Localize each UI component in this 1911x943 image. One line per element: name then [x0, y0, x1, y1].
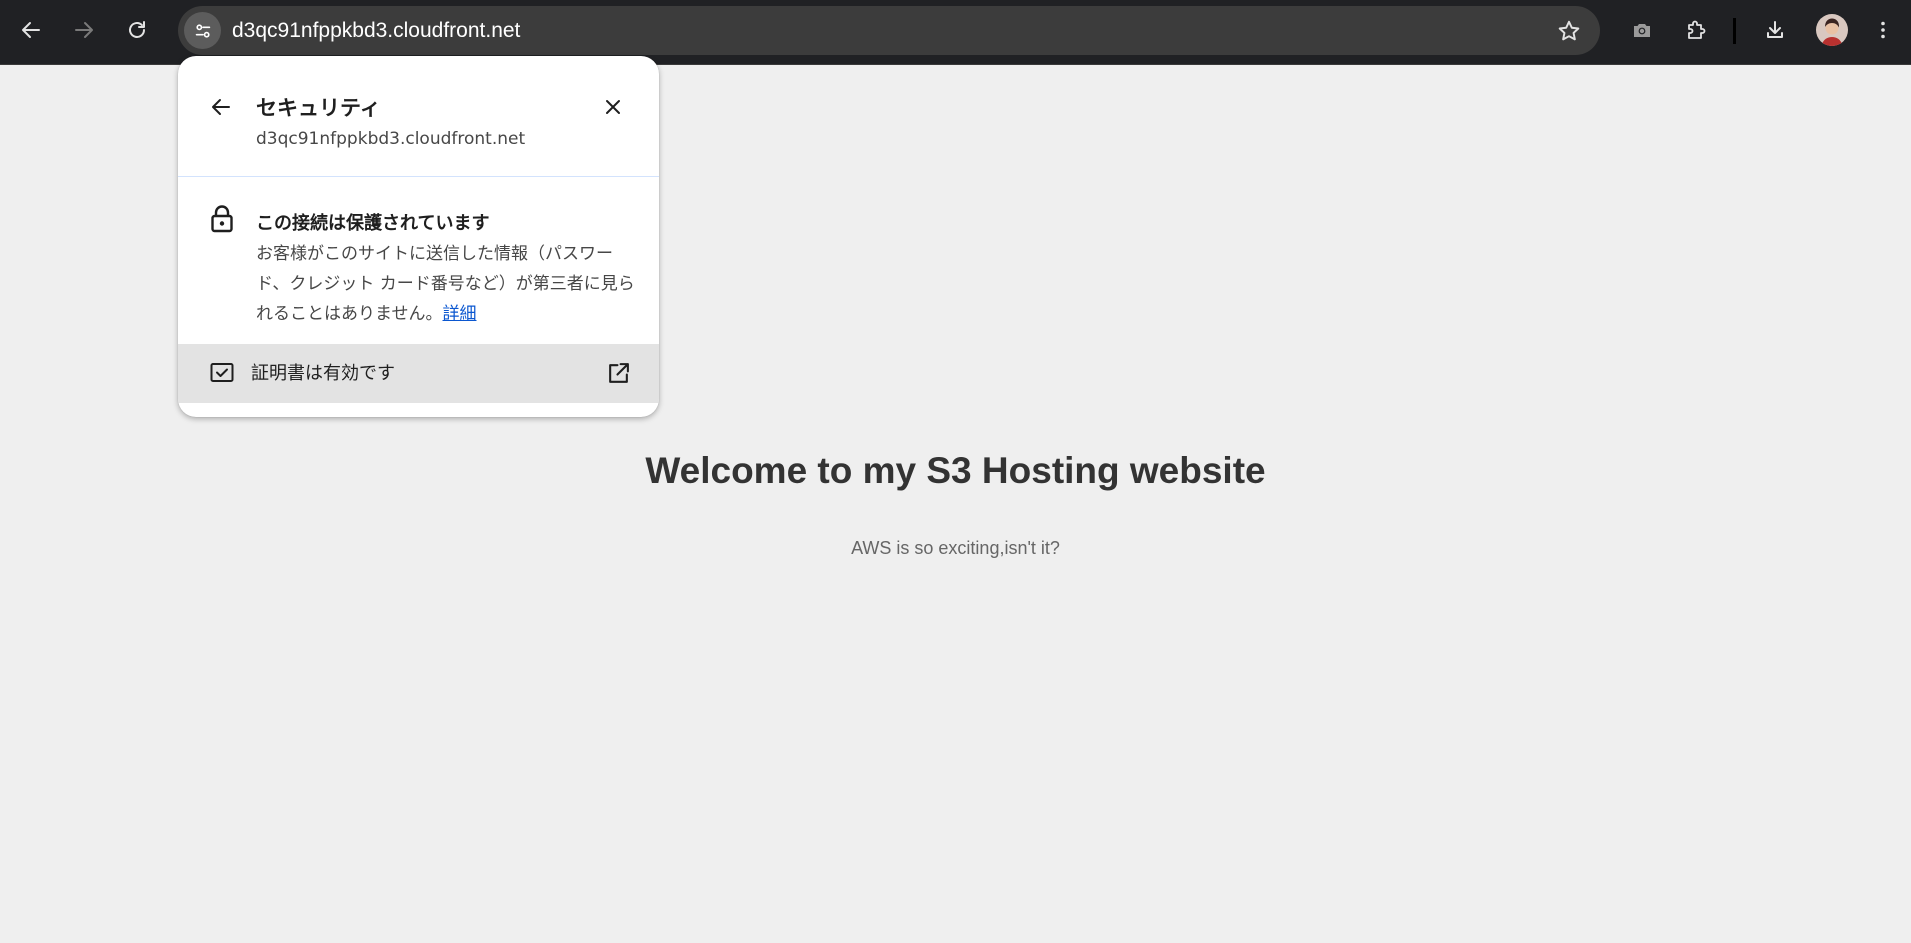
- reload-button[interactable]: [117, 10, 157, 50]
- downloads-button[interactable]: [1755, 10, 1795, 50]
- popup-back-button[interactable]: [204, 90, 238, 124]
- arrow-left-icon: [212, 99, 230, 115]
- connection-description: お客様がこのサイトに送信した情報（パスワード、クレジット カード番号など）が第三…: [256, 239, 636, 329]
- extensions-button[interactable]: [1676, 10, 1716, 50]
- screenshot-button[interactable]: [1622, 10, 1662, 50]
- puzzle-icon: [1688, 20, 1706, 39]
- popup-title: セキュリティ: [256, 96, 381, 120]
- kebab-menu-icon: [1881, 21, 1885, 39]
- forward-button[interactable]: [64, 10, 104, 50]
- star-icon: [1558, 20, 1580, 41]
- back-button[interactable]: [11, 10, 51, 50]
- reload-icon: [129, 21, 145, 38]
- page-heading: Welcome to my S3 Hosting website: [645, 450, 1266, 491]
- page-text: AWS is so exciting,isn't it?: [851, 538, 1060, 558]
- address-bar-url[interactable]: d3qc91nfppkbd3.cloudfront.net: [232, 6, 520, 55]
- connection-status-title: この接続は保護されています: [256, 213, 490, 234]
- tune-icon: [195, 23, 210, 38]
- close-icon: [606, 100, 620, 114]
- lock-icon: [211, 205, 233, 233]
- security-popup: セキュリティ d3qc91nfppkbd3.cloudfront.net この接…: [178, 56, 659, 417]
- details-link[interactable]: 詳細: [443, 304, 477, 324]
- certificate-icon: [210, 363, 234, 382]
- avatar-image: [1816, 14, 1848, 46]
- certificate-label: 証明書は有効です: [251, 363, 395, 384]
- open-in-new-icon[interactable]: [606, 361, 631, 386]
- address-bar[interactable]: d3qc91nfppkbd3.cloudfront.net: [178, 6, 1600, 55]
- popup-close-button[interactable]: [596, 90, 630, 124]
- browser-menu-button[interactable]: [1863, 10, 1903, 50]
- popup-divider: [178, 176, 659, 177]
- popup-site-url: d3qc91nfppkbd3.cloudfront.net: [256, 129, 526, 149]
- arrow-right-icon: [75, 22, 93, 38]
- download-icon: [1767, 21, 1783, 38]
- toolbar-divider: [1733, 18, 1736, 44]
- profile-avatar[interactable]: [1816, 14, 1848, 46]
- bookmark-button[interactable]: [1552, 14, 1586, 48]
- site-info-button[interactable]: [184, 12, 221, 49]
- certificate-row[interactable]: 証明書は有効です: [178, 344, 659, 403]
- camera-icon: [1634, 24, 1650, 37]
- arrow-left-icon: [22, 22, 40, 38]
